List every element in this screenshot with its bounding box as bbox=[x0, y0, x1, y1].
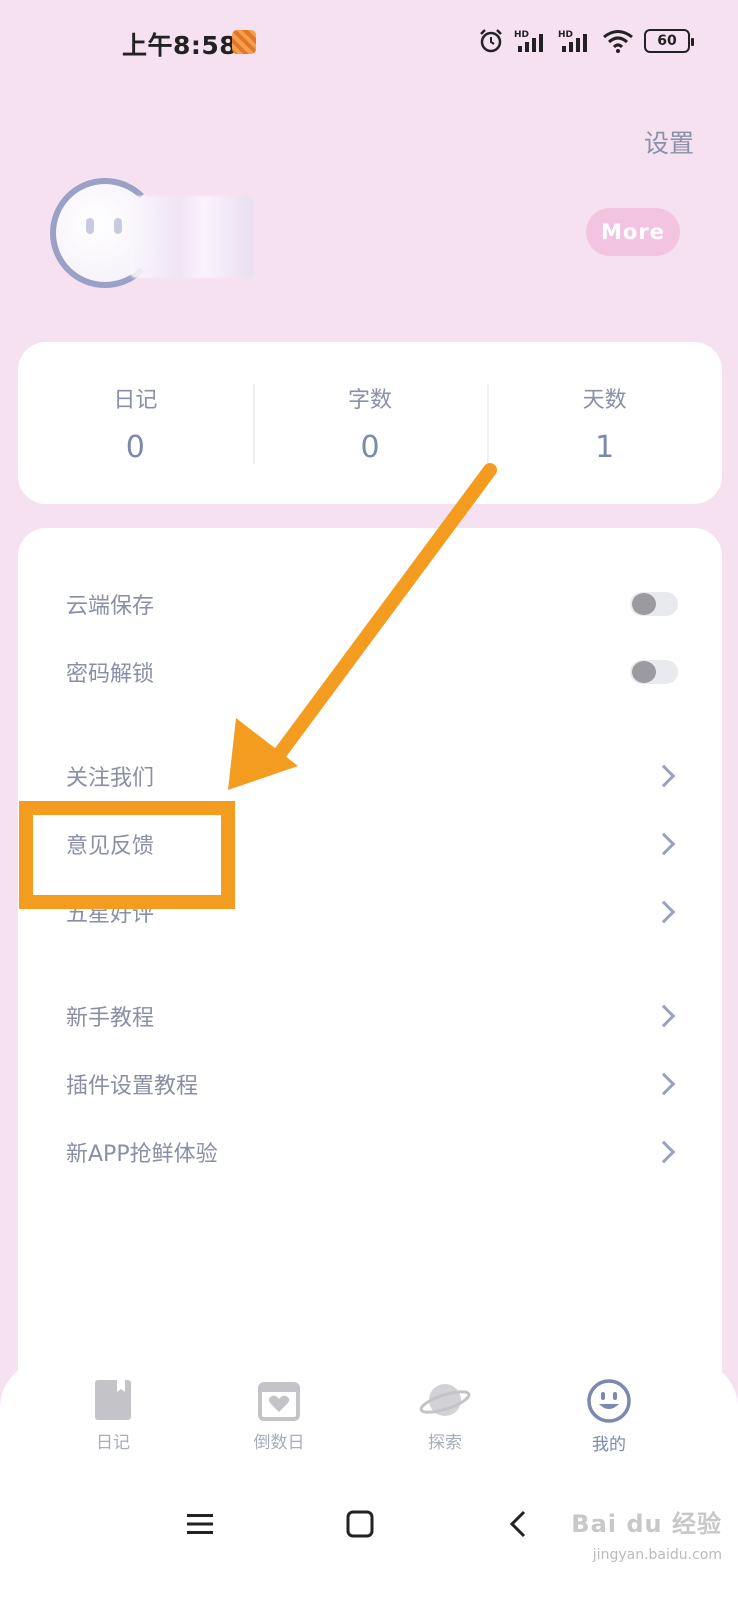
tab-label: 探索 bbox=[428, 1433, 462, 1453]
stat-label: 天数 bbox=[582, 387, 627, 413]
svg-text:HD: HD bbox=[558, 30, 573, 40]
diary-icon bbox=[95, 1380, 131, 1420]
chevron-right-icon bbox=[652, 1140, 676, 1164]
menu-item-beginner-tutorial[interactable]: 新手教程 bbox=[66, 996, 678, 1036]
status-bar: 上午8:58 HD HD 60 bbox=[0, 0, 738, 84]
chevron-right-icon bbox=[652, 1004, 676, 1028]
system-nav-bar: Bai du 经验 jingyan.baidu.com bbox=[0, 1480, 738, 1580]
stat-value: 0 bbox=[125, 429, 145, 465]
status-icons: HD HD 60 bbox=[478, 28, 694, 54]
planet-icon bbox=[419, 1384, 471, 1416]
watermark-brand: Bai du 经验 bbox=[571, 1510, 722, 1539]
menu-label: 云端保存 bbox=[66, 594, 155, 619]
tab-diary[interactable]: 日记 bbox=[58, 1378, 168, 1453]
menu-item-widget-tutorial[interactable]: 插件设置教程 bbox=[66, 1064, 678, 1104]
menu-label: 新手教程 bbox=[66, 1006, 155, 1031]
stat-value: 0 bbox=[360, 429, 380, 465]
back-nav-button[interactable] bbox=[498, 1504, 538, 1544]
stat-diary: 日记 0 bbox=[18, 342, 253, 504]
chevron-right-icon bbox=[652, 764, 676, 788]
tab-label: 我的 bbox=[592, 1435, 626, 1455]
blurred-username bbox=[130, 196, 254, 278]
menu-item-feedback[interactable]: 意见反馈 bbox=[66, 824, 678, 864]
menu-item-new-app-trial[interactable]: 新APP抢鲜体验 bbox=[66, 1132, 678, 1172]
smiley-face-icon bbox=[587, 1379, 631, 1423]
menu-item-follow-us[interactable]: 关注我们 bbox=[66, 756, 678, 796]
signal-hd-icon: HD bbox=[514, 30, 543, 52]
stat-value: 1 bbox=[595, 429, 615, 465]
password-unlock-toggle[interactable] bbox=[630, 660, 678, 684]
watermark-url: jingyan.baidu.com bbox=[592, 1546, 722, 1563]
menu-row-cloud-save: 云端保存 bbox=[66, 584, 678, 624]
chevron-right-icon bbox=[652, 1072, 676, 1096]
menu-label: 插件设置教程 bbox=[66, 1074, 199, 1099]
menu-item-five-star-review[interactable]: 五星好评 bbox=[66, 892, 678, 932]
square-home-icon bbox=[346, 1510, 374, 1538]
home-nav-button[interactable] bbox=[340, 1504, 380, 1544]
tab-countdown[interactable]: 倒数日 bbox=[224, 1378, 334, 1453]
stats-card: 日记 0 字数 0 天数 1 bbox=[18, 342, 722, 504]
signal-hd-icon-2: HD bbox=[558, 30, 587, 52]
chevron-right-icon bbox=[652, 900, 676, 924]
menu-row-password-unlock: 密码解锁 bbox=[66, 652, 678, 692]
menu-label: 关注我们 bbox=[66, 766, 155, 791]
more-button[interactable]: More bbox=[586, 208, 680, 256]
menu-label: 意见反馈 bbox=[66, 834, 155, 859]
tab-label: 日记 bbox=[96, 1433, 130, 1453]
tab-explore[interactable]: 探索 bbox=[390, 1378, 500, 1453]
tab-mine[interactable]: 我的 bbox=[554, 1378, 664, 1455]
avatar-eye-right bbox=[114, 218, 122, 234]
stat-label: 字数 bbox=[348, 387, 393, 413]
battery-indicator: 60 bbox=[644, 29, 694, 53]
hamburger-icon bbox=[187, 1514, 213, 1534]
menu-nav-button[interactable] bbox=[180, 1504, 220, 1544]
calendar-heart-icon bbox=[258, 1382, 300, 1421]
tab-label: 倒数日 bbox=[253, 1433, 305, 1453]
cloud-save-toggle[interactable] bbox=[630, 592, 678, 616]
svg-text:HD: HD bbox=[514, 30, 529, 40]
stat-word-count: 字数 0 bbox=[252, 342, 488, 504]
chevron-right-icon bbox=[652, 832, 676, 856]
settings-link[interactable]: 设置 bbox=[644, 124, 694, 160]
status-time: 上午8:58 bbox=[122, 31, 238, 60]
menu-label: 五星好评 bbox=[66, 902, 155, 927]
alarm-icon bbox=[480, 29, 502, 53]
wifi-icon bbox=[603, 30, 633, 53]
app-notification-icon bbox=[232, 30, 256, 54]
watermark: Bai du 经验 jingyan.baidu.com bbox=[571, 1505, 722, 1566]
stat-label: 日记 bbox=[113, 387, 158, 413]
avatar-eye-left bbox=[86, 218, 94, 234]
menu-label: 密码解锁 bbox=[66, 662, 155, 687]
menu-label: 新APP抢鲜体验 bbox=[66, 1142, 218, 1167]
back-chevron-icon bbox=[509, 1510, 526, 1538]
stat-days: 天数 1 bbox=[487, 342, 722, 504]
